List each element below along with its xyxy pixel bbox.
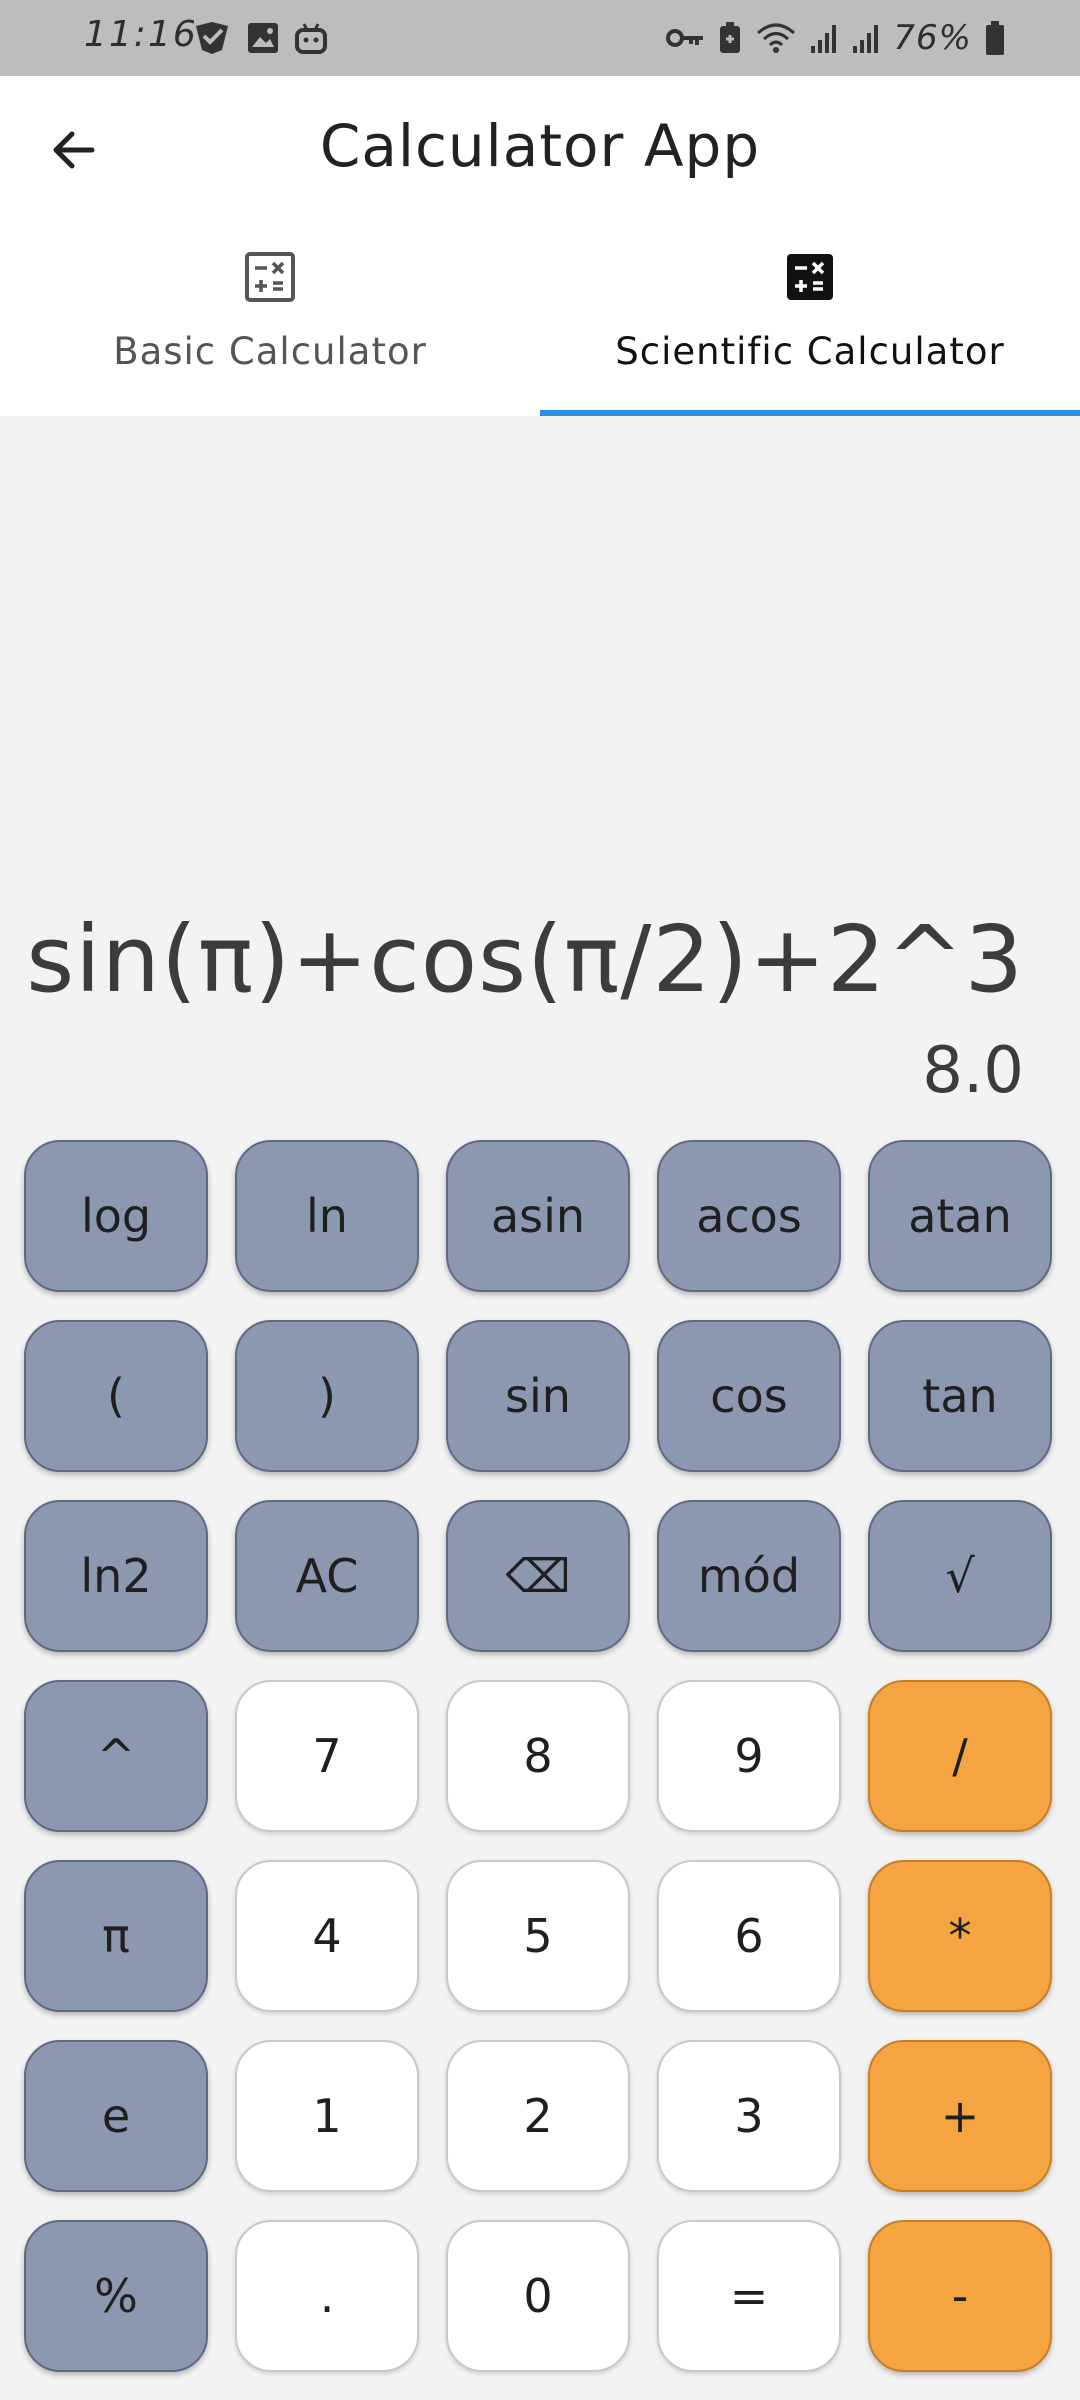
image-icon [248,23,278,53]
tab-scientific-calculator[interactable]: Scientific Calculator [540,222,1080,416]
sqrt-key[interactable]: √ [868,1500,1052,1652]
multiply-key[interactable]: * [868,1860,1052,2012]
page-title: Calculator App [319,112,761,180]
wifi-icon [757,23,796,53]
check-badge-icon [196,22,228,54]
key-label: % [94,2269,138,2323]
key-label: + [940,2089,980,2143]
percent-key[interactable]: % [24,2220,208,2372]
key-label: ) [318,1369,336,1423]
key-label: / [952,1729,968,1783]
key-label: √ [945,1549,975,1603]
pi-key[interactable]: π [24,1860,208,2012]
signal-icon [811,25,837,53]
power-key[interactable]: ^ [24,1680,208,1832]
equals-key[interactable]: = [657,2220,841,2372]
key-label: cos [710,1369,788,1423]
key-label: * [948,1909,972,1963]
robot-icon [295,23,327,54]
calculator-outline-icon [245,252,295,302]
digit-0-key[interactable]: 0 [446,2220,630,2372]
log-key[interactable]: log [24,1140,208,1292]
key-label: ^ [96,1729,136,1783]
decimal-key[interactable]: . [235,2220,419,2372]
result-text: 8.0 [922,1034,1024,1108]
signal-icon [853,25,879,53]
plus-key[interactable]: + [868,2040,1052,2192]
tab-label: Basic Calculator [113,330,427,373]
backspace-key[interactable]: ⌫ [446,1500,630,1652]
key-label: 2 [523,2089,553,2143]
digit-6-key[interactable]: 6 [657,1860,841,2012]
ln-key[interactable]: ln [235,1140,419,1292]
key-label: mód [697,1549,801,1603]
calculator-tabs: Basic Calculator Scientific Calculator [0,222,1080,416]
status-bar: 11:16 76% [0,0,1080,76]
status-right-icons: 76% [665,18,1006,58]
divide-key[interactable]: / [868,1680,1052,1832]
asin-key[interactable]: asin [446,1140,630,1292]
keypad: log ln asin acos atan () sin cos tan ln2 AC ⌫ mód √ ^ 7… [24,1140,1056,2372]
status-time: 11:16 [84,14,198,55]
open-paren-key[interactable]: ( [24,1320,208,1472]
tab-label: Scientific Calculator [615,330,1005,373]
digit-9-key[interactable]: 9 [657,1680,841,1832]
battery-icon [986,21,1004,55]
key-label: 1 [312,2089,342,2143]
key-label: AC [295,1549,359,1603]
key-label: log [80,1189,152,1243]
key-label: atan [908,1189,1012,1243]
digit-1-key[interactable]: 1 [235,2040,419,2192]
status-left-icons [192,20,328,56]
calculator-display: sin(π)+cos(π/2)+2^3 8.0 [0,416,1080,1116]
expression-text: sin(π)+cos(π/2)+2^3 [26,906,1024,1013]
tan-key[interactable]: tan [868,1320,1052,1472]
acos-key[interactable]: acos [657,1140,841,1292]
key-label: 6 [734,1909,764,1963]
key-label: 8 [523,1729,553,1783]
key-label: π [102,1909,130,1963]
key-label: - [951,2269,969,2323]
key-label: e [101,2089,131,2143]
battery-percent: 76% [893,18,972,58]
cos-key[interactable]: cos [657,1320,841,1472]
key-label: 0 [523,2269,553,2323]
key-label: acos [696,1189,802,1243]
digit-2-key[interactable]: 2 [446,2040,630,2192]
key-label: = [729,2269,769,2323]
ln2-key[interactable]: ln2 [24,1500,208,1652]
digit-8-key[interactable]: 8 [446,1680,630,1832]
key-label: ln2 [80,1549,152,1603]
key-label: 3 [734,2089,764,2143]
close-paren-key[interactable]: ) [235,1320,419,1472]
minus-key[interactable]: - [868,2220,1052,2372]
tab-basic-calculator[interactable]: Basic Calculator [0,222,540,416]
key-label: tan [922,1369,998,1423]
key-label: 7 [312,1729,342,1783]
app-bar: Calculator App [0,76,1080,222]
key-label: . [319,2269,335,2323]
digit-4-key[interactable]: 4 [235,1860,419,2012]
key-label: sin [505,1369,571,1423]
digit-3-key[interactable]: 3 [657,2040,841,2192]
key-label: 9 [734,1729,764,1783]
atan-key[interactable]: atan [868,1140,1052,1292]
key-label: ( [107,1369,125,1423]
sin-key[interactable]: sin [446,1320,630,1472]
all-clear-key[interactable]: AC [235,1500,419,1652]
digit-5-key[interactable]: 5 [446,1860,630,2012]
key-label: 5 [523,1909,553,1963]
key-icon [666,29,704,47]
key-label: 4 [312,1909,342,1963]
key-label: ln [306,1189,348,1243]
calculator-filled-icon [787,254,833,300]
euler-key[interactable]: e [24,2040,208,2192]
key-label: asin [490,1189,586,1243]
key-label: ⌫ [505,1549,571,1603]
digit-7-key[interactable]: 7 [235,1680,419,1832]
battery-saver-icon [720,22,741,53]
mod-key[interactable]: mód [657,1500,841,1652]
